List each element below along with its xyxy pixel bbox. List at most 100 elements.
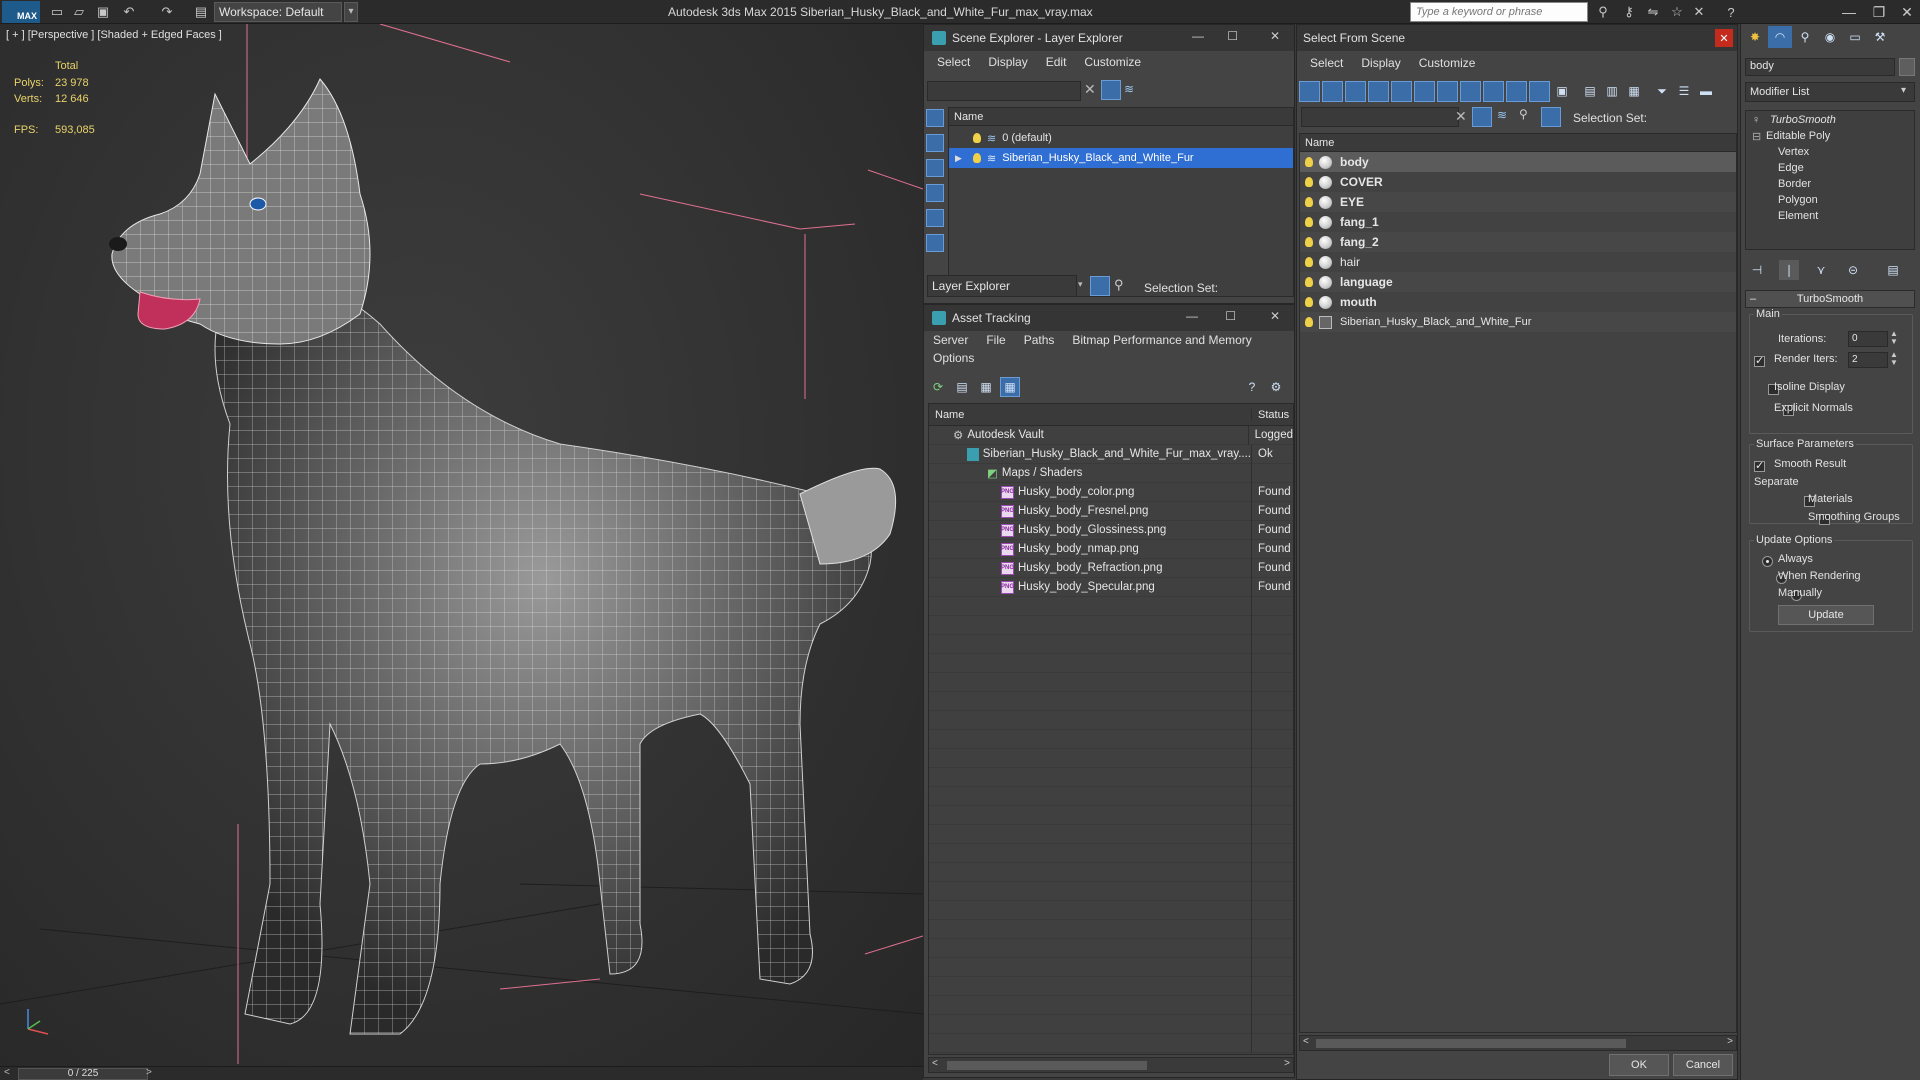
stack-item-edge[interactable]: Edge [1778,162,1804,174]
object-color-swatch[interactable] [1899,58,1915,76]
column-header-name[interactable]: Name [1300,134,1736,152]
display-cameras-icon[interactable] [926,234,944,252]
cameras-filter-icon[interactable] [1368,81,1389,102]
help-icon[interactable]: ? [1242,377,1262,397]
scroll-thumb[interactable] [947,1061,1147,1070]
table-row[interactable]: ⚙ Autodesk Vault Logged [929,425,1293,445]
menu-customize[interactable]: Customize [1419,56,1476,70]
refresh-icon[interactable]: ⟳ [928,377,948,397]
table-row[interactable]: PNG Husky_body_nmap.png Found [929,539,1293,559]
frozen-filter-icon[interactable] [1529,81,1550,102]
close-icon[interactable]: ✕ [1715,29,1733,47]
hidden-filter-icon[interactable]: ▣ [1552,81,1572,101]
utilities-tab-icon[interactable]: ⚒ [1868,26,1892,48]
list-item[interactable]: Siberian_Husky_Black_and_White_Fur [1300,312,1736,332]
select-horizontal-scrollbar[interactable]: < > [1299,1035,1737,1051]
column-header-name[interactable]: Name [929,409,1251,421]
display-none-icon[interactable] [926,109,944,127]
select-search-input[interactable] [1301,107,1459,127]
motion-tab-icon[interactable]: ◉ [1818,26,1842,48]
new-file-icon[interactable]: ▭ [48,3,66,21]
iterations-spinner[interactable]: 0 [1848,331,1888,347]
pin-stack-icon[interactable]: ⊣ [1747,260,1767,280]
list-item[interactable]: body [1300,152,1736,172]
configure-sets-icon[interactable]: ▤ [1883,260,1903,280]
save-icon[interactable]: ▣ [94,3,112,21]
table-row[interactable]: PNG Husky_body_Specular.png Found [929,577,1293,597]
timeline-next-button[interactable]: > [146,1067,152,1078]
display-all-icon[interactable] [926,134,944,152]
scroll-right-icon[interactable]: > [1727,1036,1733,1047]
scene-explorer-titlebar[interactable]: Scene Explorer - Layer Explorer — ☐ ✕ [924,25,1294,51]
bulb-icon[interactable] [1305,217,1313,227]
shapes-filter-icon[interactable] [1322,81,1343,102]
stack-item-editable-poly[interactable]: Editable Poly [1766,130,1830,142]
scroll-thumb[interactable] [1316,1039,1626,1048]
hierarchy-icon[interactable]: ⚲ [1114,277,1124,293]
restore-button[interactable]: ❐ [1864,0,1894,24]
table-row[interactable]: PNG Husky_body_color.png Found [929,482,1293,502]
filter-icon[interactable] [1101,80,1121,100]
binoculars-icon[interactable]: ⚲ [1594,3,1612,21]
clear-search-icon[interactable]: ✕ [1084,81,1096,98]
explorer-type-dropdown[interactable]: Layer Explorer [927,275,1077,297]
asset-tracking-titlebar[interactable]: Asset Tracking — ☐ ✕ [924,305,1294,331]
invert-display-icon[interactable]: ▦ [1624,81,1644,101]
maximize-icon[interactable]: ☐ [1225,309,1236,323]
bulb-icon[interactable] [1305,237,1313,247]
layer-explorer-icon[interactable] [1090,276,1110,296]
stack-item-border[interactable]: Border [1778,178,1811,190]
scroll-right-icon[interactable]: > [1284,1058,1290,1069]
display-geometry-icon[interactable] [926,159,944,177]
filter-icon[interactable] [1472,107,1492,127]
menu-display[interactable]: Display [988,55,1027,69]
bulb-icon[interactable] [1305,177,1313,187]
column-header-name[interactable]: Name [949,108,1293,126]
menu-server[interactable]: Server [933,333,968,347]
search-input[interactable]: Type a keyword or phrase [1410,2,1588,22]
groups-filter-icon[interactable] [1437,81,1458,102]
list-item[interactable]: fang_2 [1300,232,1736,252]
always-radio[interactable] [1762,556,1773,568]
spinner-arrows-icon[interactable]: ▲ ▼ [1890,351,1898,367]
table-view-icon[interactable]: ▦ [1000,377,1020,397]
update-button[interactable]: Update [1778,605,1874,625]
table-row[interactable]: PNG Husky_body_Glossiness.png Found [929,520,1293,540]
timeline-prev-button[interactable]: < [4,1067,10,1078]
scroll-left-icon[interactable]: < [1303,1036,1309,1047]
bulb-icon[interactable] [1305,317,1313,327]
help-icon[interactable]: ? [1722,3,1740,21]
asset-horizontal-scrollbar[interactable]: < > [928,1057,1294,1073]
spacewarps-filter-icon[interactable] [1414,81,1435,102]
bones-filter-icon[interactable] [1483,81,1504,102]
display-lights-icon[interactable] [926,209,944,227]
containers-filter-icon[interactable] [1506,81,1527,102]
list-item[interactable]: mouth [1300,292,1736,312]
modifier-list-dropdown[interactable]: Modifier List [1745,82,1915,102]
menu-edit[interactable]: Edit [1046,55,1067,69]
husky-wireframe-model[interactable] [0,24,923,1066]
display-tab-icon[interactable]: ▭ [1843,26,1867,48]
render-iters-checkbox[interactable] [1754,354,1765,368]
list-item[interactable]: hair [1300,252,1736,272]
table-row[interactable]: ◩ Maps / Shaders [929,463,1293,483]
layer-row-default[interactable]: ≋ 0 (default) [949,128,1293,148]
key-icon[interactable]: ⚷ [1620,3,1638,21]
close-icon[interactable]: ✕ [1270,309,1280,323]
bulb-icon[interactable] [1305,257,1313,267]
smooth-result-checkbox[interactable] [1754,459,1765,473]
close-button[interactable]: ✕ [1892,0,1920,24]
helpers-filter-icon[interactable] [1391,81,1412,102]
project-folder-icon[interactable]: ▤ [192,3,210,21]
list-item[interactable]: COVER [1300,172,1736,192]
display-shapes-icon[interactable] [926,184,944,202]
hierarchy-icon[interactable]: ⚲ [1519,107,1528,121]
workspace-dropdown[interactable]: Workspace: Default [214,2,342,22]
open-folder-icon[interactable]: ▱ [70,3,88,21]
selection-set-icon[interactable] [1541,107,1561,127]
collapse-icon[interactable]: ⊟ [1752,130,1761,143]
column-header-status[interactable]: Status [1251,408,1289,421]
cancel-button[interactable]: Cancel [1673,1054,1733,1076]
list-item[interactable]: language [1300,272,1736,292]
list-item[interactable]: EYE [1300,192,1736,212]
